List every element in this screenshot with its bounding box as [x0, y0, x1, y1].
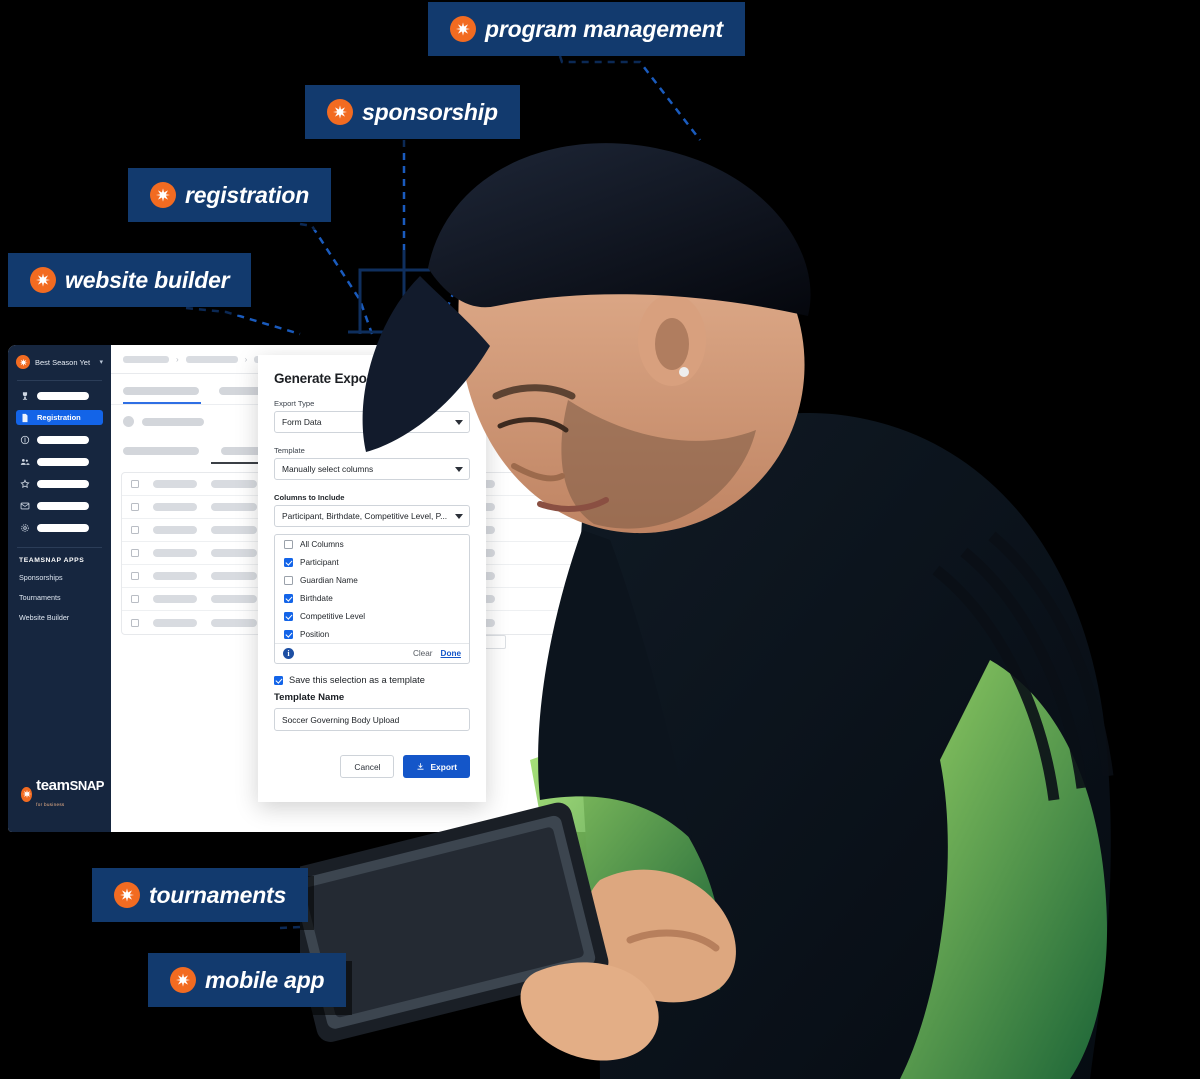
badge-label: mobile app	[205, 966, 325, 993]
app-sidebar: Best Season Yet ▾ Registration TEAMSNAP …	[8, 345, 111, 832]
brand-name-2: SNAP	[69, 778, 105, 793]
checkbox[interactable]	[274, 675, 283, 685]
sidebar-item-0[interactable]	[16, 388, 103, 403]
brand-name-1: team	[36, 777, 70, 794]
org-switcher[interactable]: Best Season Yet ▾	[8, 348, 111, 376]
sidebar-item-registration[interactable]: Registration	[16, 410, 103, 425]
brand-tagline: for business	[36, 802, 65, 807]
row-checkbox[interactable]	[131, 572, 139, 580]
chevron-right-icon: ›	[244, 355, 248, 364]
sidebar-divider-2	[17, 547, 102, 548]
sidebar-item-2[interactable]	[16, 432, 103, 447]
star-icon	[20, 478, 30, 489]
badge-mobile-app[interactable]: mobile app	[148, 953, 347, 1007]
sidebar-item-skeleton	[37, 391, 89, 400]
sidebar-item-skeleton	[37, 501, 89, 510]
row-checkbox[interactable]	[131, 480, 139, 488]
sidebar-item-skeleton	[37, 435, 89, 444]
asterisk-icon	[114, 882, 140, 908]
sidebar-item-3[interactable]	[16, 454, 103, 469]
asterisk-icon	[450, 16, 476, 42]
org-name: Best Season Yet	[35, 357, 91, 367]
checkbox[interactable]	[284, 629, 293, 639]
avatar-label-skeleton	[142, 417, 204, 426]
sidebar-item-skeleton	[37, 457, 89, 466]
asterisk-icon	[16, 355, 30, 369]
sidebar-item-4[interactable]	[16, 476, 103, 491]
sidebar-item-skeleton	[37, 523, 89, 532]
checkbox[interactable]	[284, 575, 293, 585]
row-checkbox[interactable]	[131, 549, 139, 557]
row-checkbox[interactable]	[131, 526, 139, 534]
row-checkbox[interactable]	[131, 618, 139, 627]
sidebar-app-tournaments[interactable]: Tournaments	[19, 593, 100, 602]
dollar-icon	[20, 435, 30, 445]
asterisk-icon	[30, 267, 56, 293]
badge-label: tournaments	[149, 881, 287, 908]
checkbox[interactable]	[284, 611, 293, 621]
sidebar-divider	[17, 380, 102, 381]
sidebar-item-skeleton	[37, 479, 89, 488]
breadcrumb-skeleton[interactable]	[185, 356, 238, 363]
badge-label: registration	[185, 181, 310, 208]
asterisk-icon	[327, 99, 353, 125]
asterisk-icon	[150, 182, 176, 208]
checkbox[interactable]	[284, 557, 293, 567]
gear-icon	[20, 523, 30, 533]
trophy-icon	[20, 391, 30, 401]
badge-label: website builder	[65, 266, 230, 293]
sub-tab-skeleton[interactable]	[123, 447, 199, 455]
badge-registration[interactable]: registration	[128, 168, 332, 222]
asterisk-icon	[170, 967, 196, 993]
row-checkbox[interactable]	[131, 503, 139, 511]
sidebar-app-website-builder[interactable]: Website Builder	[19, 613, 100, 622]
teamsnap-logo: teamSNAP for business	[21, 778, 111, 810]
sidebar-item-6[interactable]	[16, 520, 103, 535]
avatar	[123, 416, 134, 427]
person-photo	[300, 143, 1114, 1079]
tab-skeleton[interactable]	[123, 387, 199, 395]
info-icon[interactable]: i	[283, 648, 294, 659]
document-icon	[20, 413, 30, 423]
sidebar-item-5[interactable]	[16, 498, 103, 513]
row-checkbox[interactable]	[131, 595, 139, 603]
people-icon	[20, 457, 30, 467]
badge-label: sponsorship	[362, 98, 498, 125]
apps-heading: TEAMSNAP APPS	[19, 557, 85, 564]
sidebar-app-sponsorships[interactable]: Sponsorships	[19, 573, 100, 582]
badge-program-management[interactable]: program management	[428, 2, 745, 56]
asterisk-icon	[21, 786, 33, 802]
chevron-down-icon[interactable]: ▾	[99, 358, 103, 366]
breadcrumb-skeleton[interactable]	[123, 356, 169, 363]
checkbox[interactable]	[284, 539, 293, 549]
badge-sponsorship[interactable]: sponsorship	[305, 85, 520, 139]
page-root: Best Season Yet ▾ Registration TEAMSNAP …	[0, 0, 1200, 1079]
sidebar-item-label: Registration	[37, 413, 81, 422]
badge-website-builder[interactable]: website builder	[8, 253, 252, 307]
mail-icon	[20, 501, 30, 511]
chevron-right-icon: ›	[176, 355, 179, 364]
badge-tournaments[interactable]: tournaments	[92, 868, 309, 922]
badge-label: program management	[485, 15, 723, 42]
checkbox[interactable]	[284, 593, 293, 603]
